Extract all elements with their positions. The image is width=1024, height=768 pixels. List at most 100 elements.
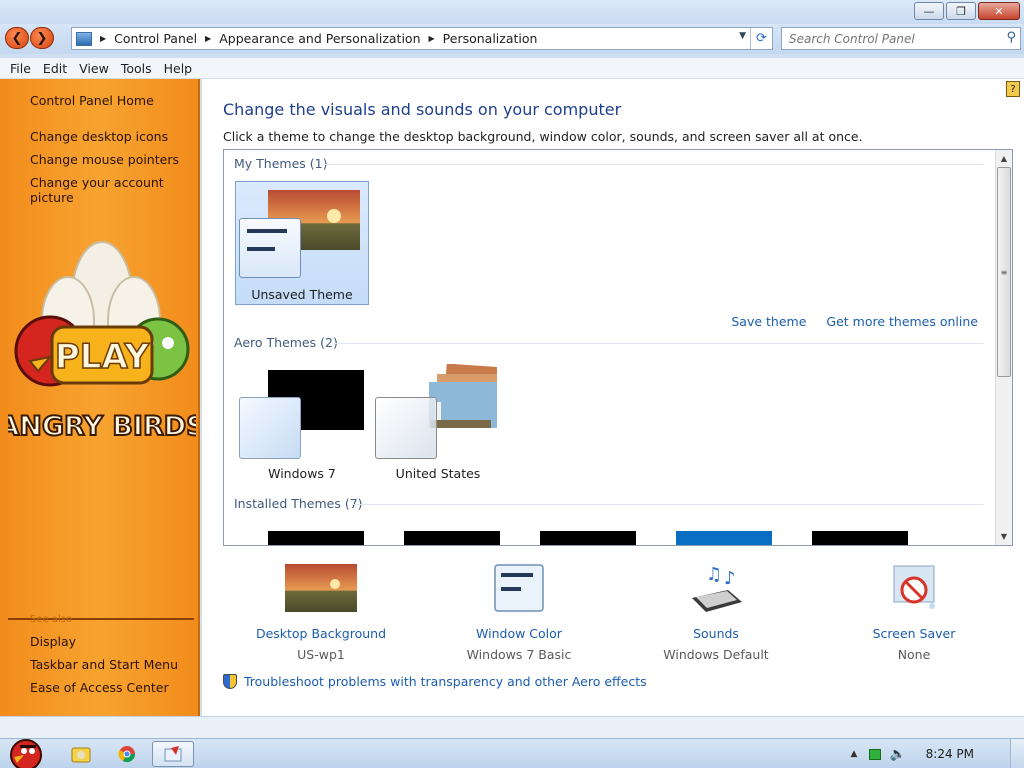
- taskbar-chrome[interactable]: [106, 741, 148, 767]
- theme-windows-7[interactable]: Windows 7: [235, 362, 369, 486]
- breadcrumb-personalization[interactable]: Personalization: [443, 31, 538, 46]
- tray-expand-icon[interactable]: ▲: [851, 749, 858, 759]
- breadcrumb-separator-icon: ▶: [100, 34, 107, 43]
- chrome-icon: [118, 746, 136, 763]
- search-input[interactable]: [782, 28, 992, 49]
- setting-window-color[interactable]: Window Color Windows 7 Basic: [424, 564, 614, 662]
- installed-theme-preview[interactable]: [404, 531, 500, 545]
- start-button-bird-icon[interactable]: [2, 733, 50, 768]
- breadcrumb-label: Personalization: [442, 31, 538, 46]
- show-desktop-button[interactable]: [1010, 739, 1024, 768]
- help-icon[interactable]: ?: [1006, 81, 1020, 97]
- scroll-thumb[interactable]: ≡: [997, 167, 1011, 377]
- menu-edit[interactable]: Edit: [37, 61, 73, 76]
- address-bar[interactable]: ▶ Control Panel ▶ Appearance and Persona…: [71, 27, 773, 50]
- address-dropdown-icon[interactable]: ▼: [739, 31, 746, 41]
- menu-tools[interactable]: Tools: [115, 61, 158, 76]
- angry-birds-art: PLAY ANGRY BIRDS: [8, 241, 196, 443]
- setting-value: None: [897, 647, 931, 662]
- taskbar: ▲ 🔈 8:24 PM: [0, 738, 1024, 768]
- setting-label: Window Color: [476, 626, 562, 641]
- close-button[interactable]: ✕: [978, 2, 1020, 20]
- taskbar-personalization[interactable]: [152, 741, 194, 767]
- breadcrumb-separator-icon: ▶: [205, 34, 212, 43]
- forward-button[interactable]: ❯: [30, 27, 54, 49]
- page-title: Change the visuals and sounds on your co…: [223, 100, 622, 119]
- setting-desktop-background[interactable]: Desktop Background US-wp1: [226, 564, 416, 662]
- theme-label: Unsaved Theme: [251, 287, 353, 302]
- theme-preview-glass: [375, 397, 437, 459]
- setting-value: US-wp1: [297, 647, 345, 662]
- folder-icon: [71, 747, 91, 763]
- clock[interactable]: 8:24 PM: [926, 747, 974, 761]
- sidebar-control-panel-home[interactable]: Control Panel Home: [30, 93, 154, 108]
- refresh-icon[interactable]: ⟳: [750, 28, 772, 49]
- sidebar-change-mouse-pointers[interactable]: Change mouse pointers: [30, 152, 179, 167]
- sidebar-change-desktop-icons[interactable]: Change desktop icons: [30, 129, 168, 144]
- theme-united-states[interactable]: United States: [371, 362, 505, 486]
- sidebar: Control Panel Home Change desktop icons …: [0, 79, 200, 716]
- main-content: ? Change the visuals and sounds on your …: [202, 79, 1024, 716]
- screen-saver-icon: [893, 565, 935, 609]
- menu-view[interactable]: View: [73, 61, 115, 76]
- breadcrumb-label: Appearance and Personalization: [219, 31, 421, 46]
- setting-value: Windows 7 Basic: [466, 647, 572, 662]
- menu-file[interactable]: File: [4, 61, 37, 76]
- search-icon[interactable]: ⚲: [1006, 30, 1016, 45]
- setting-label: Sounds: [693, 626, 739, 641]
- installed-theme-preview[interactable]: [676, 531, 772, 545]
- group-divider: [352, 504, 984, 505]
- breadcrumb-separator-icon: ▶: [428, 34, 435, 43]
- theme-unsaved[interactable]: Unsaved Theme: [235, 181, 369, 305]
- setting-value: Windows Default: [663, 647, 769, 662]
- taskbar-explorer[interactable]: [60, 741, 102, 767]
- search-box: ⚲: [781, 27, 1021, 50]
- save-theme-link[interactable]: Save theme: [731, 314, 806, 329]
- troubleshoot-link[interactable]: Troubleshoot problems with transparency …: [223, 674, 647, 689]
- art-text-angry-birds: ANGRY BIRDS: [8, 411, 196, 442]
- menu-help[interactable]: Help: [158, 61, 199, 76]
- see-also-title: See also: [30, 614, 73, 625]
- get-more-themes-link[interactable]: Get more themes online: [826, 314, 978, 329]
- back-button[interactable]: ❮: [5, 27, 29, 49]
- group-label-my-themes: My Themes (1): [234, 156, 328, 171]
- minimize-button[interactable]: —: [914, 2, 944, 20]
- svg-text:♫: ♫: [706, 564, 722, 585]
- breadcrumb-control-panel[interactable]: Control Panel: [114, 31, 197, 46]
- maximize-button[interactable]: ❐: [946, 2, 976, 20]
- volume-icon[interactable]: 🔈: [889, 747, 905, 762]
- menu-bar: File Edit View Tools Help: [0, 58, 1024, 79]
- control-panel-icon: [76, 31, 92, 46]
- group-divider: [324, 164, 984, 165]
- theme-links: Save theme Get more themes online: [731, 314, 978, 329]
- setting-sounds[interactable]: ♫ ♪ Sounds Windows Default: [621, 564, 811, 662]
- setting-label: Screen Saver: [872, 626, 956, 641]
- installed-theme-preview[interactable]: [540, 531, 636, 545]
- scroll-up-icon[interactable]: ▲: [996, 150, 1012, 167]
- sidebar-ease-of-access[interactable]: Ease of Access Center: [30, 680, 169, 695]
- network-icon[interactable]: [869, 748, 882, 760]
- sidebar-display[interactable]: Display: [30, 634, 76, 649]
- group-divider: [334, 343, 984, 344]
- page-subtitle: Click a theme to change the desktop back…: [223, 129, 863, 144]
- address-row: ❮ ❯ ▶ Control Panel ▶ Appearance and Per…: [0, 24, 1024, 54]
- sidebar-change-account-picture[interactable]: Change your account picture: [30, 175, 198, 205]
- shield-icon: [223, 674, 237, 689]
- desktop-background-icon: [285, 564, 357, 612]
- setting-screen-saver[interactable]: Screen Saver None: [819, 564, 1009, 662]
- breadcrumb-appearance[interactable]: Appearance and Personalization: [219, 31, 420, 46]
- theme-preview-window: [239, 218, 301, 278]
- group-label-aero-themes: Aero Themes (2): [234, 335, 338, 350]
- personalization-icon: [164, 746, 182, 762]
- art-text-play: PLAY: [55, 337, 150, 377]
- installed-theme-preview[interactable]: [268, 531, 364, 545]
- troubleshoot-label: Troubleshoot problems with transparency …: [244, 674, 647, 689]
- status-bar: [0, 716, 1024, 738]
- nav-buttons: ❮ ❯: [5, 27, 54, 49]
- sidebar-taskbar-start-menu[interactable]: Taskbar and Start Menu: [30, 657, 178, 672]
- theme-preview-glass: [239, 397, 301, 459]
- scroll-down-icon[interactable]: ▼: [996, 528, 1012, 545]
- installed-theme-preview[interactable]: [812, 531, 908, 545]
- theme-list-scrollbar[interactable]: ▲ ≡ ▼: [995, 150, 1012, 545]
- window-controls: — ❐ ✕: [914, 2, 1020, 20]
